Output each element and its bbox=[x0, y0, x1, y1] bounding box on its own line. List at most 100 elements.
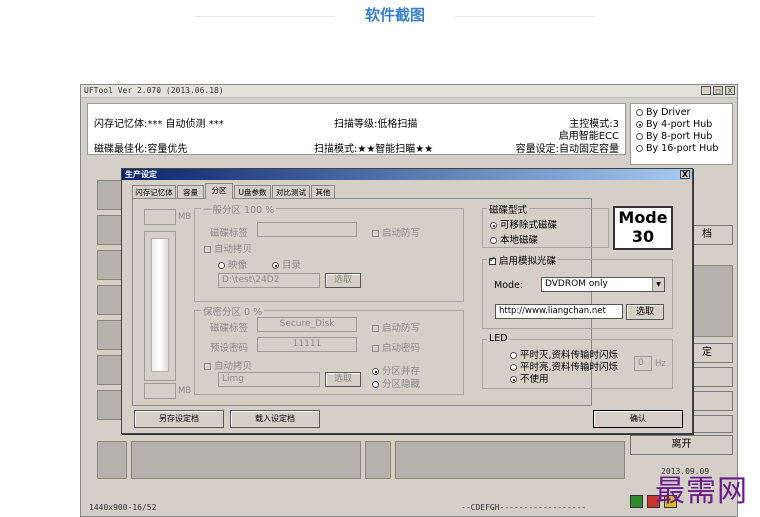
app-titlebar: UFTool Ver 2.070 (2013.06.18) _ □ X bbox=[81, 85, 737, 98]
driver-mode-group: By Driver By 4-port Hub By 8-port Hub By… bbox=[630, 103, 733, 165]
page-heading: 软件截图 bbox=[364, 6, 425, 24]
status-resolution: 1440x900-16/52 bbox=[89, 503, 157, 512]
port-cell[interactable] bbox=[395, 441, 625, 479]
ok-button[interactable]: 确认 bbox=[593, 410, 683, 428]
removable-disk-radio[interactable]: 可移除式磁碟 bbox=[490, 217, 557, 231]
radio-icon bbox=[636, 133, 643, 140]
dialog-title: 生产设定 bbox=[125, 170, 157, 179]
heading-rule-right bbox=[455, 16, 595, 17]
checkbox-icon bbox=[372, 230, 379, 237]
radio-icon bbox=[636, 145, 643, 152]
radio-by-4-port-hub[interactable]: By 4-port Hub bbox=[636, 119, 712, 130]
checkbox-icon bbox=[204, 363, 211, 370]
radio-icon bbox=[218, 262, 225, 269]
maximize-button[interactable]: □ bbox=[713, 86, 723, 95]
radio-icon bbox=[372, 381, 379, 388]
local-disk-radio[interactable]: 本地磁碟 bbox=[490, 232, 538, 246]
checkbox-icon bbox=[204, 246, 211, 253]
capacity-slider[interactable] bbox=[144, 231, 176, 381]
secure-auto-copy[interactable]: 自动拷贝 bbox=[204, 358, 252, 372]
scan-level: 扫描等级:低格扫描 bbox=[334, 119, 418, 130]
close-button[interactable]: X bbox=[725, 86, 735, 95]
secure-partition-title: 保密分区 0 % bbox=[201, 304, 265, 318]
load-config-button[interactable]: 载入设定档 bbox=[230, 410, 320, 428]
mb-label-top: MB bbox=[178, 212, 192, 222]
tray-icon[interactable] bbox=[630, 495, 643, 508]
cdrom-mode-select[interactable]: DVDROM only ▼ bbox=[541, 277, 665, 292]
secure-label-caption: 磁碟标签 bbox=[210, 323, 249, 334]
tab-udisk-params[interactable]: U盘参数 bbox=[234, 185, 271, 198]
mode-badge-number: 30 bbox=[631, 227, 655, 246]
save-config-button[interactable]: 另存设定档 bbox=[134, 410, 224, 428]
app-title: UFTool Ver 2.070 (2013.06.18) bbox=[84, 86, 224, 95]
secure-password-input[interactable]: 11111 bbox=[257, 337, 357, 352]
general-select-button[interactable]: 选取 bbox=[325, 273, 361, 288]
secure-password-caption: 预设密码 bbox=[210, 343, 249, 354]
general-folder-radio[interactable]: 目录 bbox=[272, 257, 301, 271]
secure-start-password[interactable]: 启动密码 bbox=[372, 340, 420, 354]
led-frequency-input[interactable]: 0 bbox=[634, 356, 652, 371]
capacity-top-field bbox=[144, 209, 176, 225]
leave-button[interactable]: 离开 bbox=[630, 435, 733, 455]
watermark: 最需网 bbox=[655, 474, 748, 509]
slider-track bbox=[151, 238, 169, 372]
secure-coexist-radio[interactable]: 分区并存 bbox=[372, 363, 420, 377]
tab-capacity[interactable]: 容量 bbox=[177, 185, 204, 198]
capacity-bottom-field bbox=[144, 383, 176, 399]
led-title: LED bbox=[487, 333, 510, 344]
general-path-input[interactable]: D:\test\24D2 bbox=[218, 273, 320, 288]
port-cell[interactable] bbox=[131, 441, 361, 479]
flash-info: 闪存记忆体:*** 自动侦测 *** bbox=[94, 119, 224, 130]
checkbox-icon bbox=[372, 325, 379, 332]
radio-icon bbox=[510, 364, 517, 371]
chevron-down-icon[interactable]: ▼ bbox=[652, 278, 664, 291]
capacity-info: 容量设定:自动固定容量 bbox=[515, 144, 619, 155]
status-drives: --CDEFGH------------------ bbox=[461, 503, 587, 512]
tab-other[interactable]: 其他 bbox=[311, 185, 335, 198]
scan-mode: 扫描模式:★★智能扫瞄★★ bbox=[314, 144, 434, 155]
mb-label-bottom: MB bbox=[178, 386, 192, 396]
general-image-radio[interactable]: 映像 bbox=[218, 257, 247, 271]
cdrom-select-button[interactable]: 选取 bbox=[626, 304, 664, 320]
led-frequency-unit: Hz bbox=[655, 359, 666, 369]
secure-select-button[interactable]: 选取 bbox=[325, 372, 361, 387]
radio-icon bbox=[490, 237, 497, 244]
radio-by-driver[interactable]: By Driver bbox=[636, 107, 690, 118]
cdrom-enable-checkbox[interactable]: 启用模拟光碟 bbox=[487, 253, 559, 267]
radio-selected-icon bbox=[636, 121, 643, 128]
radio-by-8-port-hub[interactable]: By 8-port Hub bbox=[636, 131, 712, 142]
general-write-protect[interactable]: 启动防写 bbox=[372, 225, 420, 239]
tab-flash[interactable]: 闪存记忆体 bbox=[132, 185, 176, 198]
radio-selected-icon bbox=[372, 368, 379, 375]
general-partition-title: 一般分区 100 % bbox=[201, 202, 277, 216]
radio-icon bbox=[636, 109, 643, 116]
radio-selected-icon bbox=[490, 222, 497, 229]
tab-partition[interactable]: 分区 bbox=[205, 183, 233, 199]
general-auto-copy[interactable]: 自动拷贝 bbox=[204, 241, 252, 255]
secure-write-protect[interactable]: 启动防写 bbox=[372, 320, 420, 334]
checkbox-checked-icon bbox=[489, 255, 496, 265]
tab-compare-test[interactable]: 对比测试 bbox=[272, 185, 310, 198]
led-option-unused[interactable]: 不使用 bbox=[510, 371, 549, 385]
disk-type-title: 磁碟型式 bbox=[487, 202, 530, 216]
cdrom-mode-label: Mode: bbox=[494, 280, 524, 291]
secure-hide-radio[interactable]: 分区隐藏 bbox=[372, 376, 420, 390]
radio-selected-icon bbox=[510, 376, 517, 383]
optimize-info: 磁碟最佳化:容量优先 bbox=[94, 144, 188, 155]
radio-selected-icon bbox=[272, 262, 279, 269]
dialog-titlebar: 生产设定 X bbox=[122, 169, 692, 180]
info-panel: 闪存记忆体:*** 自动侦测 *** 扫描等级:低格扫描 主控模式:3 启用智能… bbox=[87, 103, 626, 155]
port-cell[interactable] bbox=[97, 441, 127, 479]
minimize-button[interactable]: _ bbox=[701, 86, 711, 95]
radio-icon bbox=[510, 352, 517, 359]
secure-path-input[interactable]: Limg bbox=[218, 372, 320, 387]
checkbox-icon bbox=[372, 345, 379, 352]
general-label-caption: 磁碟标签 bbox=[210, 228, 249, 239]
settings-dialog: 生产设定 X 闪存记忆体 容量 分区 U盘参数 对比测试 其他 MB MB 一般… bbox=[121, 168, 693, 434]
radio-by-16-port-hub[interactable]: By 16-port Hub bbox=[636, 143, 718, 154]
secure-label-input[interactable]: Secure_Disk bbox=[257, 317, 357, 332]
general-label-input[interactable] bbox=[257, 222, 357, 237]
port-cell[interactable] bbox=[365, 441, 391, 479]
cdrom-url-input[interactable]: http://www.liangchan.net bbox=[495, 304, 623, 319]
dialog-close-button[interactable]: X bbox=[680, 170, 690, 179]
